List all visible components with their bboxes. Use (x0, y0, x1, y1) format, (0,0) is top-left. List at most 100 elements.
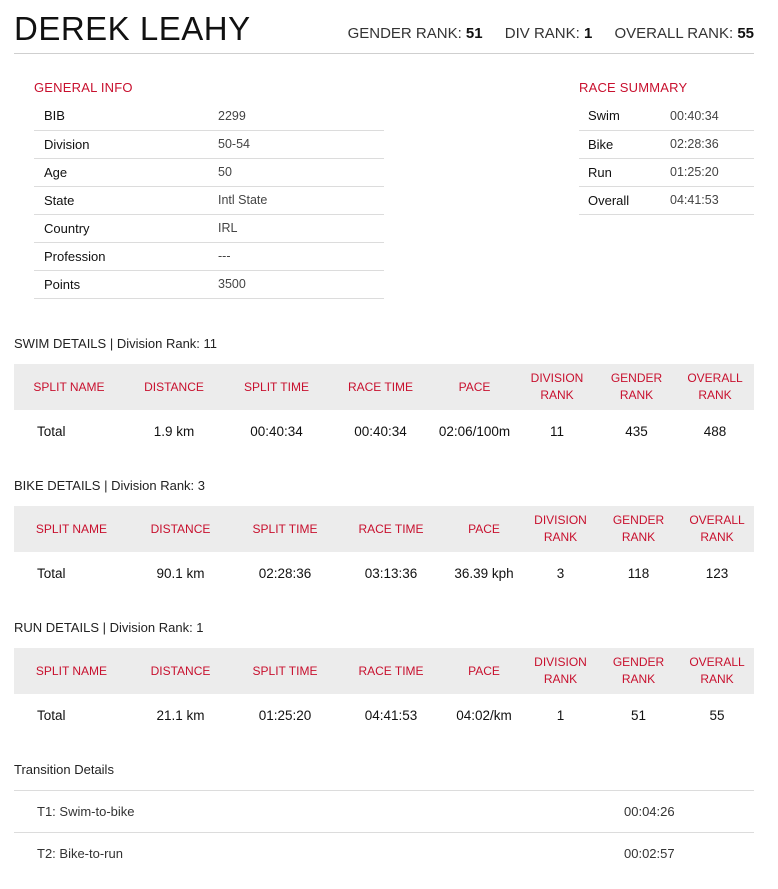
general-info-table: BIB 2299 Division 50-54 Age 50 State Intl St… (34, 102, 384, 299)
gender-rank: 435 (625, 424, 648, 439)
gender-rank: 118 (627, 566, 650, 581)
info-value: 50 (218, 158, 384, 187)
table-header-row: SPLIT NAME DISTANCE SPLIT TIME RACE TIME… (14, 506, 754, 552)
col-split-time: SPLIT TIME (244, 379, 309, 394)
col-pace: PACE (468, 663, 500, 678)
transition-details-heading: Transition Details (14, 762, 114, 777)
split-name: Total (37, 424, 66, 439)
distance: 21.1 km (156, 708, 205, 723)
summary-row-bike: Bike 02:28:36 (579, 130, 754, 159)
split-name: Total (37, 708, 66, 723)
rank-summary: GENDER RANK: 51 DIV RANK: 1 OVERALL RANK… (330, 25, 754, 42)
info-label: Division (34, 130, 218, 159)
info-row-bib: BIB 2299 (34, 102, 384, 131)
transition-row-t1: T1: Swim-to-bike 00:04:26 (14, 790, 754, 833)
gender-rank-value: 51 (465, 25, 483, 42)
col-distance: DISTANCE (150, 521, 211, 536)
gender-rank: GENDER RANK: 51 (347, 25, 483, 42)
col-split-name: SPLIT NAME (35, 663, 108, 678)
race-summary-title: RACE SUMMARY (579, 80, 688, 95)
info-row-country: Country IRL (34, 214, 384, 243)
summary-label: Bike (579, 130, 670, 159)
div-rank-value: 1 (583, 25, 593, 42)
info-label: Age (34, 158, 218, 187)
overall-rank: OVERALL RANK: 55 (614, 25, 754, 42)
pace: 02:06/100m (438, 424, 511, 439)
overall-rank-value: 55 (737, 25, 754, 42)
bike-details-table: SPLIT NAME DISTANCE SPLIT TIME RACE TIME… (14, 506, 754, 595)
col-division-rank: DIVISION RANK (530, 371, 584, 402)
col-split-time: SPLIT TIME (252, 521, 318, 536)
summary-value: 01:25:20 (670, 158, 754, 187)
col-overall-rank: OVERALL RANK (689, 513, 745, 544)
col-division-rank: DIVISION RANK (534, 655, 587, 686)
col-split-name: SPLIT NAME (35, 521, 108, 536)
col-division-rank: DIVISION RANK (534, 513, 587, 544)
table-header-row: SPLIT NAME DISTANCE SPLIT TIME RACE TIME… (14, 648, 754, 694)
col-pace: PACE (458, 379, 491, 394)
transition-row-t2: T2: Bike-to-run 00:02:57 (14, 832, 754, 875)
overall-rank: 123 (705, 566, 729, 581)
info-row-state: State Intl State (34, 186, 384, 215)
bike-details-heading: BIKE DETAILS | Division Rank: 3 (14, 478, 206, 493)
col-race-time: RACE TIME (358, 663, 424, 678)
overall-rank: 55 (709, 708, 725, 723)
col-race-time: RACE TIME (358, 521, 424, 536)
col-gender-rank: GENDER RANK (610, 371, 663, 402)
distance: 90.1 km (156, 566, 205, 581)
summary-label: Overall (579, 186, 670, 215)
race-time: 03:13:36 (364, 566, 418, 581)
info-label: BIB (34, 102, 218, 131)
summary-value: 02:28:36 (670, 130, 754, 159)
pace: 36.39 kph (454, 566, 514, 581)
summary-row-overall: Overall 04:41:53 (579, 186, 754, 215)
table-row: Total 1.9 km 00:40:34 00:40:34 02:06/100… (14, 410, 754, 453)
info-value: Intl State (218, 186, 384, 215)
race-summary-table: Swim 00:40:34 Bike 02:28:36 Run 01:25:20 Ov… (579, 102, 754, 215)
summary-label: Run (579, 158, 670, 187)
division-rank: 3 (556, 566, 565, 581)
col-pace: PACE (468, 521, 500, 536)
table-row: Total 21.1 km 01:25:20 04:41:53 04:02/km… (14, 694, 754, 737)
transition-label: T1: Swim-to-bike (37, 804, 135, 819)
transition-time: 00:02:57 (624, 846, 675, 862)
split-time: 02:28:36 (258, 566, 312, 581)
summary-value: 04:41:53 (670, 186, 754, 215)
swim-details-table: SPLIT NAME DISTANCE SPLIT TIME RACE TIME… (14, 364, 754, 453)
summary-row-swim: Swim 00:40:34 (579, 102, 754, 131)
table-header-row: SPLIT NAME DISTANCE SPLIT TIME RACE TIME… (14, 364, 754, 410)
table-row: Total 90.1 km 02:28:36 03:13:36 36.39 kp… (14, 552, 754, 595)
col-split-name: SPLIT NAME (33, 379, 105, 394)
col-split-time: SPLIT TIME (252, 663, 318, 678)
athlete-name: DEREK LEAHY (14, 10, 251, 47)
distance: 1.9 km (153, 424, 195, 439)
transition-details-table: T1: Swim-to-bike 00:04:26 T2: Bike-to-ru… (14, 790, 754, 875)
info-label: Points (34, 270, 218, 299)
transition-time: 00:04:26 (624, 804, 675, 819)
info-value: 2299 (218, 102, 384, 131)
info-row-points: Points 3500 (34, 270, 384, 299)
info-label: Profession (34, 242, 218, 271)
split-name: Total (37, 566, 66, 581)
overall-rank: 488 (703, 424, 727, 439)
col-distance: DISTANCE (144, 379, 204, 394)
run-details-table: SPLIT NAME DISTANCE SPLIT TIME RACE TIME… (14, 648, 754, 737)
pace: 04:02/km (456, 708, 512, 723)
summary-label: Swim (579, 102, 670, 131)
transition-label: T2: Bike-to-run (37, 846, 123, 862)
col-distance: DISTANCE (150, 663, 211, 678)
athlete-header: DEREK LEAHY GENDER RANK: 51 DIV RANK: 1 … (14, 8, 754, 54)
division-rank: 11 (549, 424, 564, 439)
info-value: IRL (218, 214, 384, 243)
col-gender-rank: GENDER RANK (612, 513, 665, 544)
split-time: 00:40:34 (250, 424, 303, 439)
summary-row-run: Run 01:25:20 (579, 158, 754, 187)
summary-value: 00:40:34 (670, 102, 754, 131)
col-race-time: RACE TIME (347, 379, 414, 394)
col-gender-rank: GENDER RANK (612, 655, 665, 686)
info-row-profession: Profession --- (34, 242, 384, 271)
general-info-title: GENERAL INFO (34, 80, 133, 95)
info-label: State (34, 186, 218, 215)
info-row-division: Division 50-54 (34, 130, 384, 159)
split-time: 01:25:20 (258, 708, 312, 723)
